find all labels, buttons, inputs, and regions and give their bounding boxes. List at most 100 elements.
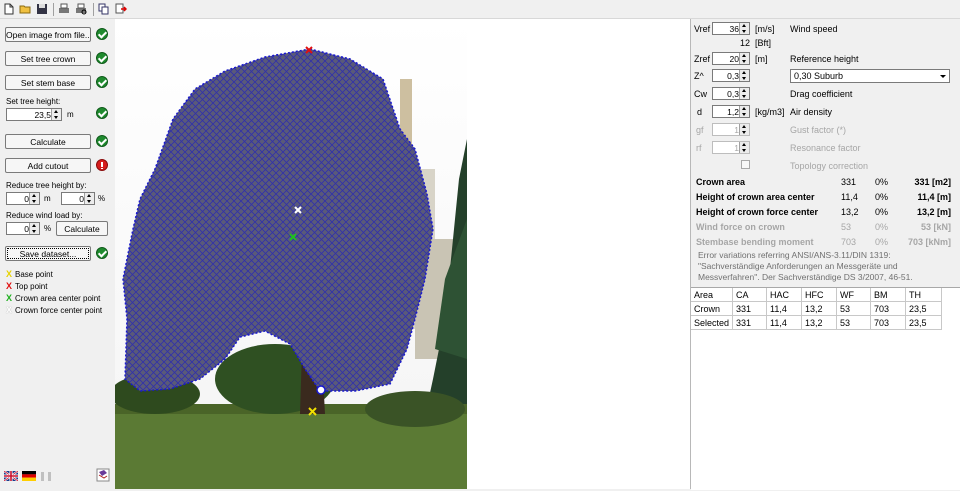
table-header-cell: HAC — [767, 288, 802, 302]
result-label: Crown area — [696, 177, 746, 187]
legend-marker: X — [6, 293, 13, 303]
zref-stepper[interactable]: 20 — [712, 52, 750, 65]
table-cell: 53 — [837, 302, 871, 316]
print-icon[interactable] — [58, 3, 70, 15]
tree-photo[interactable] — [110, 19, 690, 489]
save-dataset-button[interactable]: Save dataset... — [5, 246, 91, 261]
rf-label: rf — [696, 143, 702, 153]
save-icon[interactable] — [36, 3, 48, 15]
table-header-cell: WF — [837, 288, 871, 302]
result-value: 11,4 — [841, 192, 858, 202]
help-book-icon[interactable] — [96, 468, 110, 482]
result-label: Stembase bending moment — [696, 237, 814, 247]
tree-height-stepper[interactable]: 23,5 — [6, 108, 62, 121]
vref-stepper[interactable]: 36 — [712, 22, 750, 35]
check-icon — [96, 247, 108, 259]
topology-label: Topology correction — [790, 161, 869, 171]
results-table: Area CA HAC HFC WF BM TH Crown 331 11,4 13,2 53 703 2… — [691, 287, 960, 490]
check-icon — [96, 135, 108, 147]
set-stem-base-button[interactable]: Set stem base — [5, 75, 91, 90]
table-header-cell: HFC — [802, 288, 837, 302]
toolbar — [0, 0, 960, 19]
table-cell: 11,4 — [767, 316, 802, 330]
cw-label: Cw — [694, 89, 707, 99]
legend-marker: X — [6, 281, 13, 291]
cw-stepper[interactable]: 0,3 — [712, 87, 750, 100]
open-folder-icon[interactable] — [19, 3, 31, 15]
unit-m-label: m — [44, 194, 51, 203]
resonance-factor-stepper: 1 — [712, 141, 750, 154]
legend-marker: X — [6, 269, 13, 279]
terrain-select[interactable]: 0,30 Suburb — [790, 69, 950, 83]
legend-label: Base point — [15, 270, 53, 279]
add-cutout-button[interactable]: Add cutout — [5, 158, 91, 173]
flag-placeholder-icon — [48, 472, 51, 481]
d-desc: Air density — [790, 107, 833, 117]
result-total: 703 [kNm] — [907, 237, 951, 247]
new-file-icon[interactable] — [3, 3, 15, 15]
cutout-handle[interactable] — [316, 385, 326, 395]
zref-label: Zref — [694, 54, 711, 64]
table-header-cell: Area — [691, 288, 733, 302]
gf-label: gf — [696, 125, 704, 135]
flag-de-icon[interactable] — [22, 471, 36, 481]
result-total: 331 [m2] — [914, 177, 951, 187]
result-value: 13,2 — [841, 207, 859, 217]
z-label: Z^ — [694, 71, 704, 81]
table-cell: 13,2 — [802, 316, 837, 330]
table-cell: 331 — [733, 316, 767, 330]
reduce-height-pct-stepper[interactable]: 0 — [61, 192, 95, 205]
bft-unit: [Bft] — [755, 38, 772, 48]
unit-pct-label: % — [98, 194, 106, 203]
result-value: 53 — [841, 222, 852, 232]
rf-desc: Resonance factor — [790, 143, 861, 153]
d-unit: [kg/m3] — [755, 107, 785, 117]
result-label: Height of crown area center — [696, 192, 815, 202]
parameters-panel: Vref 36 [m/s] Wind speed 12 [Bft] Zref 2… — [690, 19, 960, 490]
unit-pct-label: % — [44, 224, 52, 233]
result-value: 703 — [841, 237, 857, 247]
legend-label: Crown force center point — [15, 306, 103, 315]
tree-height-unit: m — [67, 110, 74, 119]
air-density-stepper[interactable]: 1,2 — [712, 105, 750, 118]
result-label: Height of crown force center — [696, 207, 819, 217]
zref-desc: Reference height — [790, 54, 859, 64]
note-line: Error variations referring ANSI/ANS-3.11… — [698, 250, 891, 260]
result-value: 331 — [841, 177, 857, 187]
tree-height-label: Set tree height: — [6, 97, 61, 106]
export-icon[interactable] — [115, 3, 127, 15]
open-image-button[interactable]: Open image from file... — [5, 27, 91, 42]
table-cell: 331 — [733, 302, 767, 316]
tree-image-canvas[interactable] — [110, 19, 690, 489]
table-header-cell: CA — [733, 288, 767, 302]
chevron-down-icon[interactable] — [937, 70, 949, 82]
check-icon — [96, 107, 108, 119]
calculate-reduction-button[interactable]: Calculate — [56, 221, 108, 236]
print-preview-icon[interactable] — [75, 3, 87, 15]
calculate-button[interactable]: Calculate — [5, 134, 91, 149]
result-label: Wind force on crown — [696, 222, 785, 232]
flag-placeholder-icon — [41, 472, 44, 481]
legend-label: Crown area center point — [15, 294, 101, 303]
topology-checkbox — [741, 160, 750, 169]
reduce-wind-stepper[interactable]: 0 — [6, 222, 40, 235]
result-percent: 0% — [875, 207, 889, 217]
result-percent: 0% — [875, 222, 889, 232]
copy-icon[interactable] — [98, 3, 110, 15]
table-cell: 53 — [837, 316, 871, 330]
result-percent: 0% — [875, 237, 889, 247]
table-cell: 23,5 — [906, 316, 942, 330]
result-total: 11,4 [m] — [917, 192, 951, 202]
note-line: "Sachverständige Anforderungen an Messge… — [698, 261, 898, 271]
note-line: Messverfahren". Der Sachverständige DS 3… — [698, 272, 913, 282]
cw-desc: Drag coefficient — [790, 89, 853, 99]
flag-uk-icon[interactable] — [4, 471, 18, 481]
control-panel: Open image from file... Set tree crown S… — [0, 19, 115, 489]
z-stepper[interactable]: 0,3 — [712, 69, 750, 82]
set-tree-crown-button[interactable]: Set tree crown — [5, 51, 91, 66]
table-cell: 703 — [871, 316, 906, 330]
result-percent: 0% — [875, 177, 889, 187]
reduce-height-m-stepper[interactable]: 0 — [6, 192, 40, 205]
table-cell: Crown — [691, 302, 733, 316]
vref-unit: [m/s] — [755, 24, 775, 34]
